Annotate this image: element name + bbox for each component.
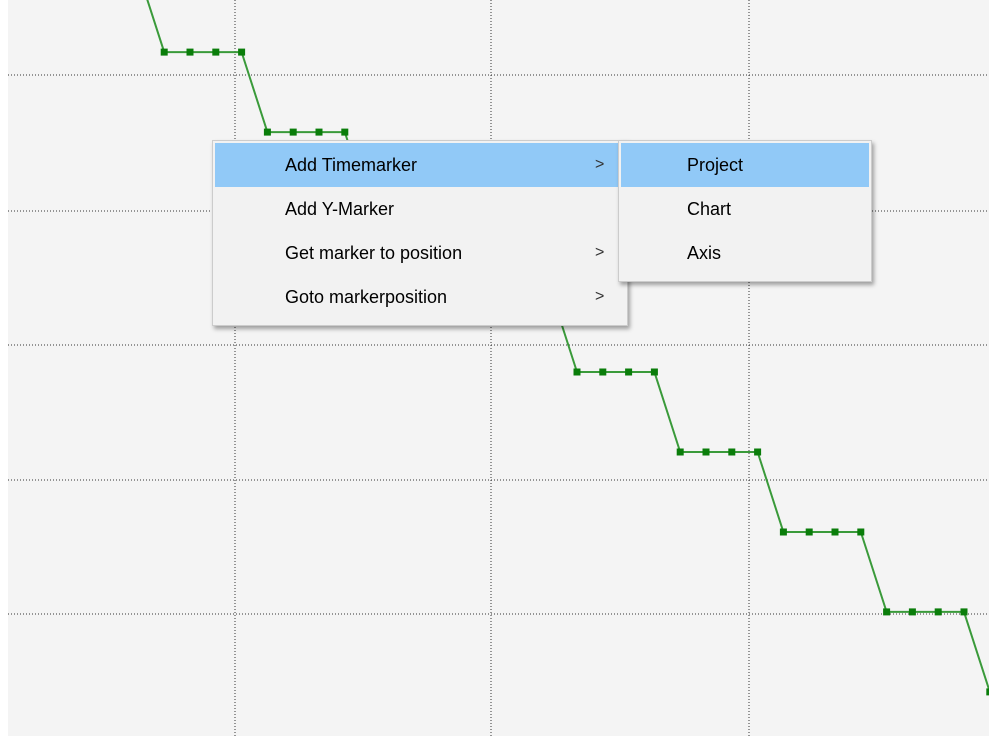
submenu-item-axis[interactable]: Axis [621,231,869,275]
data-point-marker [676,448,684,456]
menu-item-label: Goto markerposition [285,287,448,307]
menu-item-get-marker-to-position[interactable]: Get marker to position > [215,231,625,275]
data-point-marker [883,608,891,616]
data-point-marker [186,48,194,56]
data-point-marker [728,448,736,456]
submenu-item-label: Axis [687,243,722,263]
timemarker-submenu: Project Chart Axis [618,140,872,282]
data-point-marker [831,528,839,536]
chevron-right-icon: > [595,156,605,173]
series-line [146,0,989,693]
data-point-marker [212,48,220,56]
data-point-marker [573,368,581,376]
chart-plot-area[interactable] [8,0,989,736]
menu-item-add-timemarker[interactable]: Add Timemarker > [215,143,625,187]
chevron-right-icon: > [595,244,605,261]
data-point-marker [960,608,968,616]
menu-item-label: Get marker to position [285,243,463,263]
data-point-marker [805,528,813,536]
data-point-marker [341,128,349,136]
submenu-item-chart[interactable]: Chart [621,187,869,231]
data-point-marker [650,368,658,376]
submenu-item-project[interactable]: Project [621,143,869,187]
data-point-marker [625,368,633,376]
data-point-marker [702,448,710,456]
menu-item-goto-markerposition[interactable]: Goto markerposition > [215,275,625,319]
menu-item-add-y-marker[interactable]: Add Y-Marker [215,187,625,231]
submenu-item-label: Project [687,155,744,175]
menu-item-label: Add Y-Marker [285,199,395,219]
data-point-marker [238,48,246,56]
data-point-marker [908,608,916,616]
data-point-marker [599,368,607,376]
data-point-marker [315,128,323,136]
data-point-marker [289,128,297,136]
data-point-marker [160,48,168,56]
submenu-item-label: Chart [687,199,732,219]
data-point-marker [263,128,271,136]
data-point-marker [754,448,762,456]
chart-canvas[interactable] [8,0,989,736]
data-point-marker [934,608,942,616]
data-point-marker [857,528,865,536]
context-menu: Add Timemarker > Add Y-Marker Get marker… [212,140,628,326]
data-point-marker [779,528,787,536]
chevron-right-icon: > [595,288,605,305]
menu-item-label: Add Timemarker [285,155,418,175]
